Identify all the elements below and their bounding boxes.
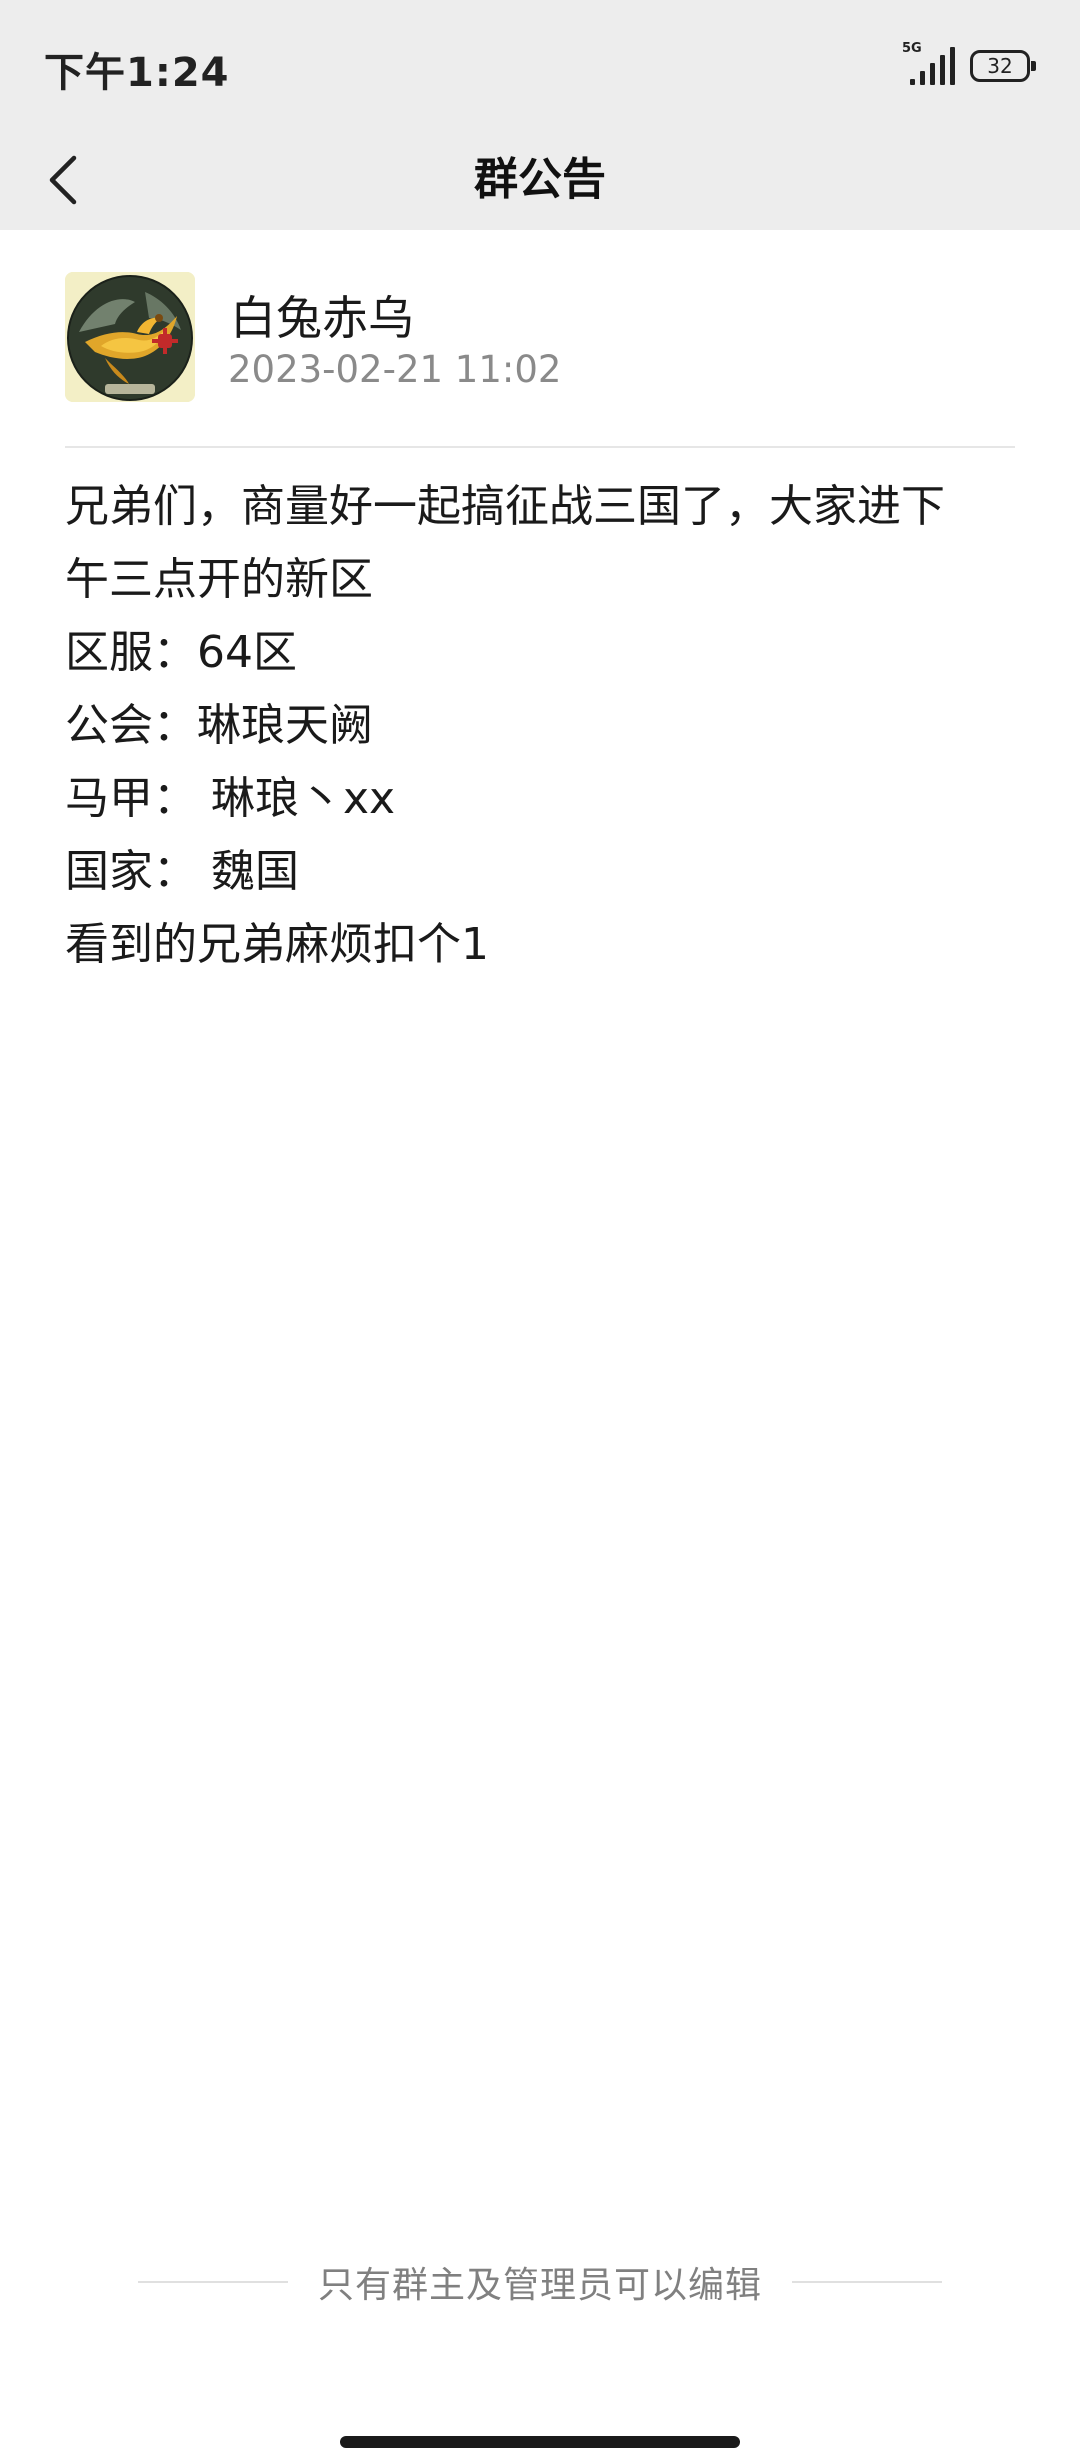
- body-line: 国家： 魏国: [65, 846, 299, 897]
- footer-divider-left: [137, 2281, 288, 2283]
- battery-level: 32: [987, 54, 1013, 78]
- body-line: 马甲： 琳琅丶xx: [65, 773, 396, 824]
- avatar[interactable]: [65, 272, 195, 402]
- navigation-bar: 群公告: [0, 130, 1080, 230]
- status-bar: 下午1:24 5G 32: [0, 0, 1080, 130]
- author-name: 白兔赤乌: [230, 291, 414, 345]
- status-time: 下午1:24: [44, 50, 230, 96]
- signal-icon: 5G: [902, 41, 956, 85]
- footer-note-text: 只有群主及管理员可以编辑: [317, 2265, 762, 2306]
- battery-icon: 32: [970, 50, 1036, 82]
- network-type-label: 5G: [902, 41, 922, 56]
- announcement-body: 兄弟们，商量好一起搞征战三国了，大家进下 午三点开的新区 区服：64区 公会：琳…: [65, 470, 1015, 981]
- status-icons: 5G 32: [902, 41, 1036, 86]
- body-line: 午三点开的新区: [65, 554, 373, 605]
- phoenix-avatar-image: [65, 272, 195, 402]
- page-title: 群公告: [474, 154, 606, 205]
- footer-divider-right: [792, 2281, 942, 2283]
- divider: [65, 446, 1015, 448]
- body-line: 兄弟们，商量好一起搞征战三国了，大家进下: [65, 481, 945, 532]
- author-header: 白兔赤乌 2023-02-21 11:02: [65, 272, 1015, 412]
- home-indicator[interactable]: [340, 2436, 740, 2448]
- edit-permission-note: 只有群主及管理员可以编辑: [0, 2252, 1080, 2312]
- body-line: 公会：琳琅天阙: [65, 700, 373, 751]
- post-timestamp: 2023-02-21 11:02: [228, 348, 562, 391]
- body-line: 区服：64区: [65, 627, 297, 678]
- body-line: 看到的兄弟麻烦扣个1: [65, 919, 489, 970]
- top-bar: 下午1:24 5G 32 群公告: [0, 0, 1080, 230]
